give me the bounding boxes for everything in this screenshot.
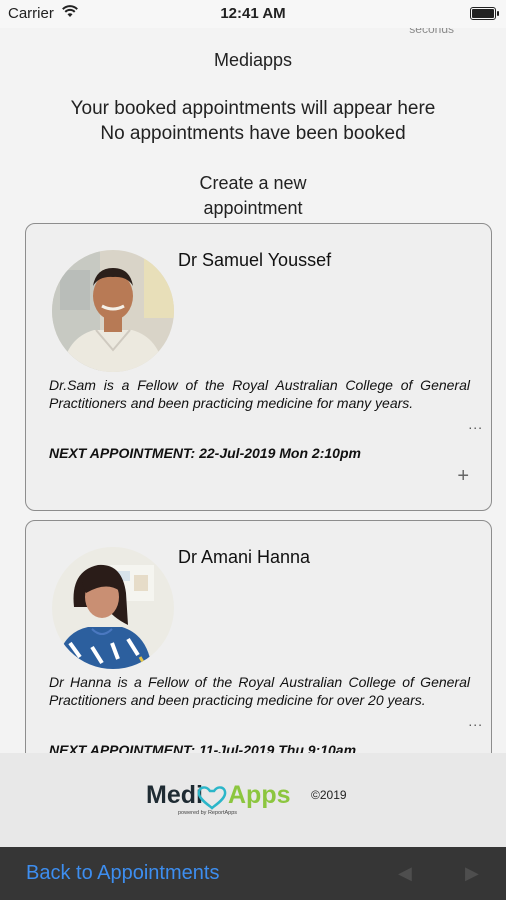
doctor-card-amani-hanna[interactable]: Dr Amani Hanna Dr Hanna is a Fellow of t… [25,520,492,753]
bottom-nav-bar: Back to Appointments ◀ ▶ [0,847,506,900]
create-appointment-line2: appointment [203,198,303,218]
mediapps-logo: Medi Apps powered by ReportApps [146,781,291,816]
next-appointment-text: NEXT APPOINTMENT: 11-Jul-2019 Thu 9:10am [49,742,357,753]
logo-apps-text: Apps [228,781,291,809]
copyright-text: ©2019 [311,788,347,802]
doctor-name: Dr Samuel Youssef [178,250,332,270]
more-ellipsis[interactable]: ... [468,416,483,432]
doctor-description: Dr Hanna is a Fellow of the Royal Austra… [49,674,470,708]
doctor-description: Dr.Sam is a Fellow of the Royal Australi… [49,377,470,411]
faded-header-text: seconds [409,28,454,36]
no-appointments-info: No appointments have been booked [100,123,406,144]
booked-appointments-info: Your booked appointments will appear her… [70,98,436,119]
more-ellipsis[interactable]: ... [468,713,483,729]
doctor-avatar [52,250,174,372]
forward-arrow-icon[interactable]: ▶ [465,863,479,884]
back-to-appointments-link[interactable]: Back to Appointments [26,862,219,885]
scroll-content[interactable]: seconds Mediapps Your booked appointment… [0,28,506,753]
doctor-name: Dr Amani Hanna [178,547,311,567]
back-arrow-icon[interactable]: ◀ [398,863,412,884]
doctor-card-samuel-youssef[interactable]: Dr Samuel Youssef Dr.Sam is a Fellow of … [25,223,492,511]
clock: 12:41 AM [220,5,286,22]
app-title: Mediapps [213,50,293,70]
add-appointment-button[interactable]: + [457,466,469,486]
next-appointment-text: NEXT APPOINTMENT: 22-Jul-2019 Mon 2:10pm [49,445,361,461]
create-appointment-line1: Create a new [199,173,307,193]
footer: Medi Apps powered by ReportApps ©2019 [0,753,506,847]
logo-medi-text: Medi [146,781,203,809]
doctor-avatar [52,547,174,669]
create-appointment-button[interactable]: Create a new appointment [153,171,353,221]
status-bar: Carrier 12:41 AM [0,0,506,28]
logo-tagline: powered by ReportApps [178,810,237,816]
battery-icon [470,7,499,20]
